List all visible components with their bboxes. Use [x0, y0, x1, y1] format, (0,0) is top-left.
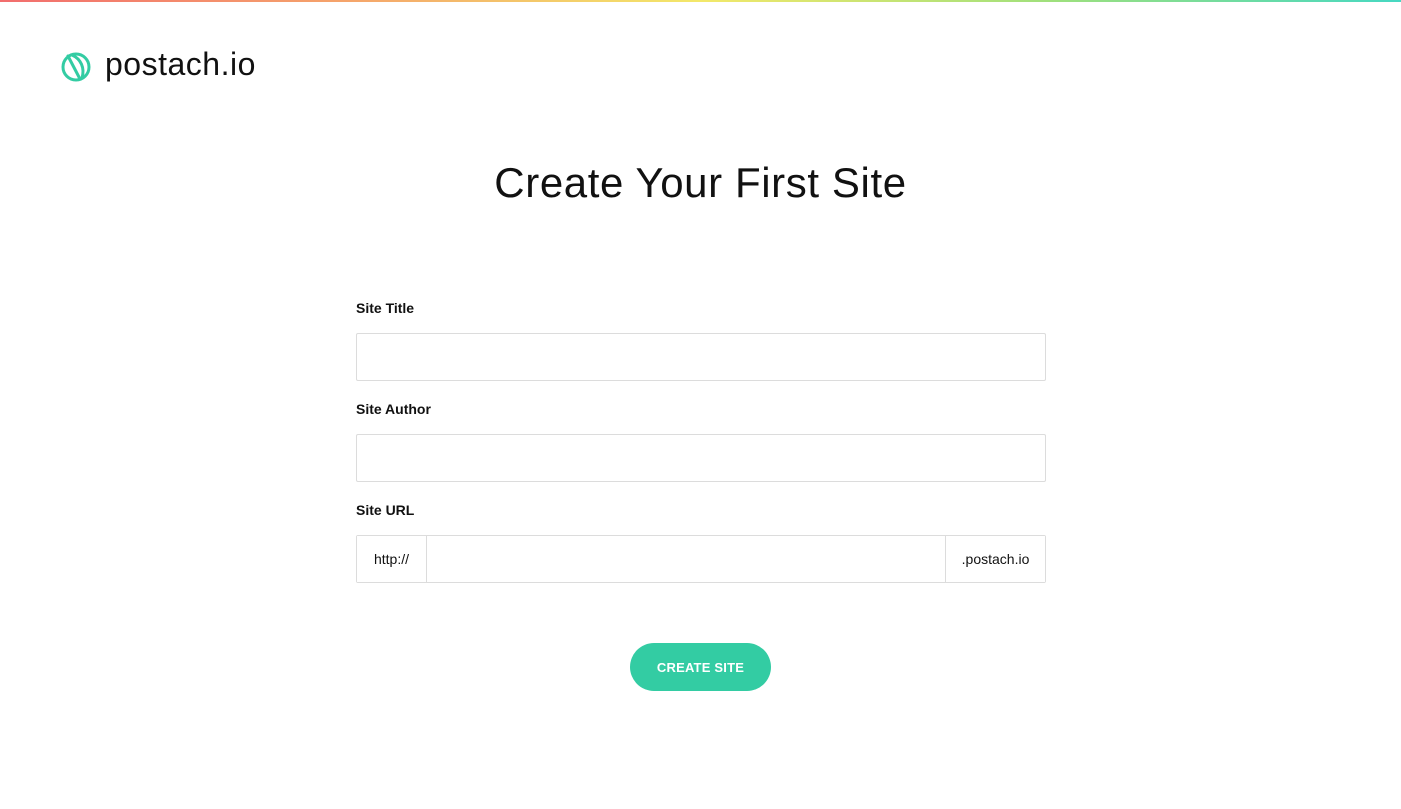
create-site-form: Site Title Site Author Site URL http:// …: [356, 296, 1046, 583]
top-gradient-bar: [0, 0, 1401, 2]
site-url-label: Site URL: [356, 502, 415, 518]
page-title: Create Your First Site: [494, 159, 907, 206]
site-url-input-group: http:// .postach.io: [356, 535, 1046, 583]
url-prefix: http://: [357, 536, 427, 582]
postachio-leaf-icon: [60, 50, 92, 84]
url-suffix: .postach.io: [945, 536, 1045, 582]
site-author-input[interactable]: [356, 434, 1046, 482]
create-site-button[interactable]: CREATE SITE: [630, 643, 771, 691]
brand-name: postach.io: [105, 46, 256, 82]
site-title-label: Site Title: [356, 300, 415, 316]
site-author-label: Site Author: [356, 401, 431, 417]
site-url-input[interactable]: [427, 536, 945, 582]
site-title-input[interactable]: [356, 333, 1046, 381]
brand-logo-link[interactable]: postach.io: [60, 44, 256, 84]
